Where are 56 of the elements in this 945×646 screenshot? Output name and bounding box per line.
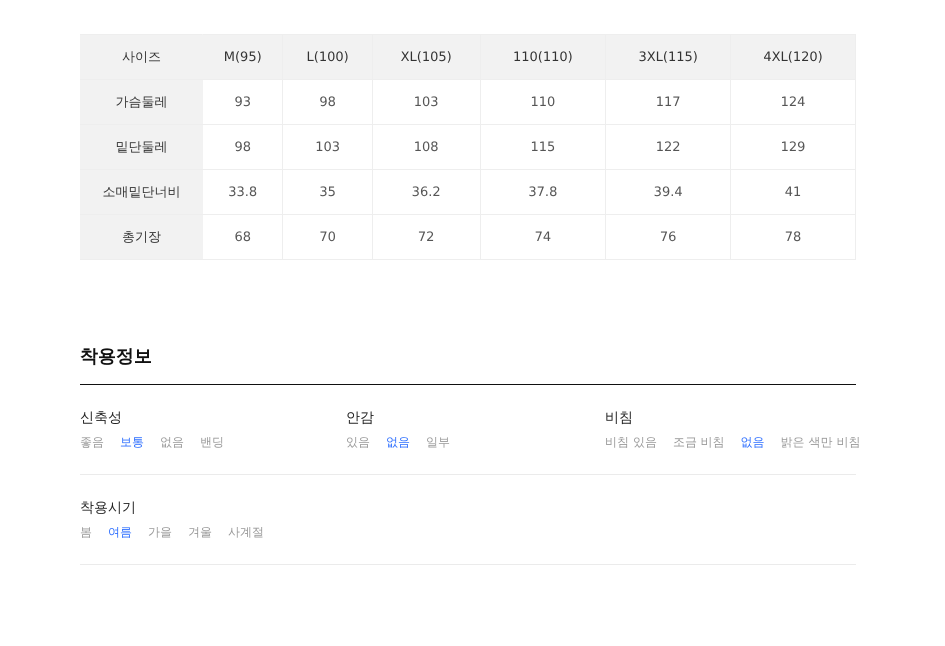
column-header: 사이즈 bbox=[80, 34, 202, 80]
row-header: 소매밑단너비 bbox=[80, 170, 202, 214]
attribute-option: 보통 bbox=[120, 433, 144, 451]
attribute-option: 여름 bbox=[108, 523, 132, 541]
attribute-option: 사계절 bbox=[228, 523, 264, 541]
table-cell: 72 bbox=[372, 214, 480, 260]
table-cell: 122 bbox=[606, 124, 731, 170]
row-header: 가슴둘레 bbox=[80, 80, 202, 124]
table-cell: 68 bbox=[202, 214, 283, 260]
table-cell: 103 bbox=[372, 80, 480, 124]
attribute-option: 좋음 bbox=[80, 433, 104, 451]
table-cell: 110 bbox=[480, 80, 606, 124]
table-cell: 124 bbox=[730, 80, 856, 124]
table-cell: 108 bbox=[372, 124, 480, 170]
table-cell: 93 bbox=[202, 80, 283, 124]
row-header: 총기장 bbox=[80, 214, 202, 260]
attribute-option: 없음 bbox=[386, 433, 410, 451]
attribute-option: 밴딩 bbox=[200, 433, 224, 451]
attribute-option: 있음 bbox=[346, 433, 370, 451]
table-cell: 36.2 bbox=[372, 170, 480, 214]
attribute-option: 없음 bbox=[740, 433, 765, 451]
table-cell: 76 bbox=[606, 214, 731, 260]
column-header: L(100) bbox=[282, 34, 372, 80]
table-cell: 78 bbox=[730, 214, 856, 260]
table-cell: 70 bbox=[282, 214, 372, 260]
attribute-label: 신축성 bbox=[80, 409, 123, 428]
attribute-option: 겨울 bbox=[188, 523, 212, 541]
table-cell: 115 bbox=[480, 124, 606, 170]
section-title: 착용정보 bbox=[80, 345, 153, 369]
table-cell: 98 bbox=[282, 80, 372, 124]
attribute-option: 없음 bbox=[160, 433, 184, 451]
column-header: XL(105) bbox=[372, 34, 480, 80]
table-cell: 98 bbox=[202, 124, 283, 170]
attribute-option: 비침 있음 bbox=[605, 433, 657, 451]
table-cell: 103 bbox=[282, 124, 372, 170]
table-cell: 37.8 bbox=[480, 170, 606, 214]
column-header: 110(110) bbox=[480, 34, 606, 80]
attribute-label: 비침 bbox=[605, 409, 634, 428]
attribute-label: 안감 bbox=[346, 409, 375, 428]
table-cell: 41 bbox=[730, 170, 856, 214]
attribute-option: 조금 비침 bbox=[672, 433, 725, 451]
column-header: 3XL(115) bbox=[606, 34, 731, 80]
attribute-option: 가을 bbox=[148, 523, 172, 541]
table-cell: 33.8 bbox=[202, 170, 283, 214]
attribute-label: 착용시기 bbox=[80, 499, 137, 518]
table-cell: 117 bbox=[606, 80, 731, 124]
table-cell: 35 bbox=[282, 170, 372, 214]
column-header: 4XL(120) bbox=[730, 34, 856, 80]
attribute-option: 밝은 색만 비침 bbox=[780, 433, 860, 451]
table-cell: 39.4 bbox=[606, 170, 731, 214]
table-cell: 74 bbox=[480, 214, 606, 260]
row-header: 밑단둘레 bbox=[80, 124, 202, 170]
column-header: M(95) bbox=[202, 34, 283, 80]
table-cell: 129 bbox=[730, 124, 856, 170]
attribute-option: 봄 bbox=[80, 523, 92, 541]
attribute-option: 일부 bbox=[426, 433, 450, 451]
